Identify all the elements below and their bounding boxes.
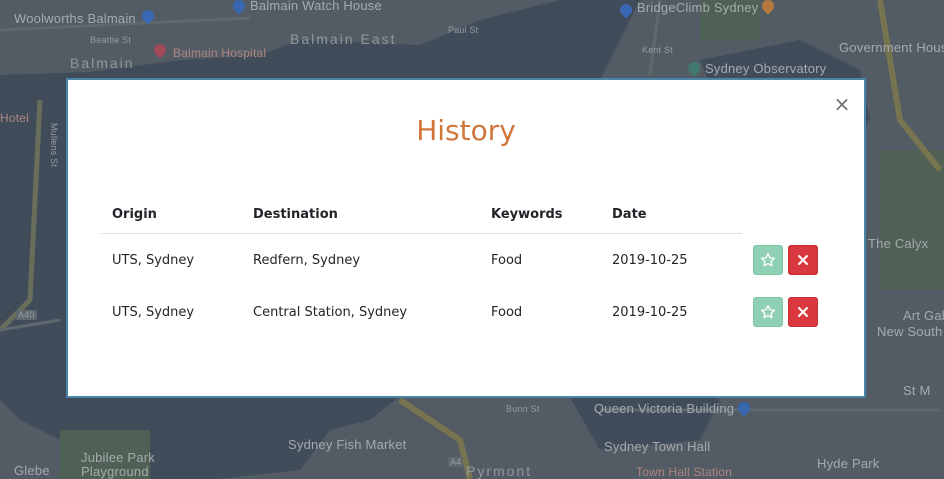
column-header-destination: Destination — [242, 200, 480, 234]
delete-button[interactable] — [788, 244, 818, 275]
close-modal-button[interactable]: × — [832, 94, 852, 114]
cell-destination: Redfern, Sydney — [253, 252, 361, 268]
favorite-button[interactable] — [753, 297, 783, 327]
star-icon — [761, 305, 775, 319]
delete-button[interactable] — [788, 297, 818, 327]
cell-date: 2019-10-25 — [612, 304, 688, 320]
column-header-actions — [742, 200, 823, 234]
close-icon — [798, 254, 808, 265]
column-header-keywords: Keywords — [480, 200, 601, 234]
cell-keywords: Food — [491, 252, 523, 268]
history-table: Origin Destination Keywords Date UTS, Sy… — [101, 200, 823, 338]
column-header-date: Date — [601, 200, 742, 234]
star-icon — [761, 252, 775, 267]
cell-origin: UTS, Sydney — [112, 252, 195, 268]
cell-actions — [742, 234, 823, 287]
cell-date: 2019-10-25 — [612, 252, 688, 268]
cell-keywords: Food — [491, 304, 523, 320]
history-modal: × History Origin Destination Keywords Da… — [66, 78, 866, 398]
cell-origin: UTS, Sydney — [112, 304, 195, 320]
favorite-button[interactable] — [753, 244, 783, 275]
table-row: UTS, Sydney Central Station, Sydney Food… — [101, 286, 823, 338]
cell-destination: Central Station, Sydney — [253, 304, 408, 320]
modal-title: History — [416, 114, 516, 147]
table-row: UTS, Sydney Redfern, Sydney Food 2019-10… — [101, 234, 823, 287]
table-header-row: Origin Destination Keywords Date — [101, 200, 823, 234]
cell-actions — [742, 286, 823, 338]
close-icon — [798, 307, 808, 317]
column-header-origin: Origin — [101, 200, 242, 234]
